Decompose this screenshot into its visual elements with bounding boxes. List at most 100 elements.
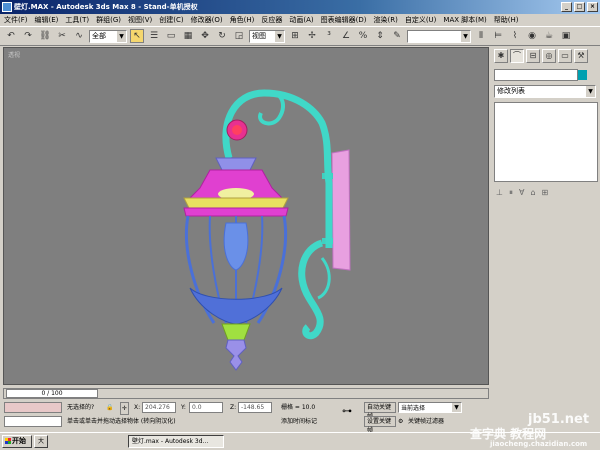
- hierarchy-tab-icon[interactable]: ⊟: [526, 49, 540, 63]
- redo-icon[interactable]: ↷: [21, 29, 35, 43]
- minimize-button[interactable]: _: [561, 2, 572, 12]
- menu-edit[interactable]: 编辑(E): [35, 15, 59, 25]
- modifier-stack[interactable]: [494, 102, 598, 182]
- menu-reactor[interactable]: 反应器: [261, 15, 282, 25]
- absolute-mode-icon[interactable]: ✛: [120, 402, 130, 415]
- quick-render-icon[interactable]: ▣: [559, 29, 573, 43]
- menu-group[interactable]: 群组(G): [96, 15, 121, 25]
- mirror-icon[interactable]: ⫴: [474, 29, 488, 43]
- maxscript-listener[interactable]: [4, 402, 62, 413]
- menu-animation[interactable]: 动画(A): [289, 15, 313, 25]
- window-crossing-icon[interactable]: ▦: [181, 29, 195, 43]
- y-label: Y:: [181, 404, 186, 411]
- angle-snap-icon[interactable]: ∠: [339, 29, 353, 43]
- title-bar: 壁灯.MAX - Autodesk 3ds Max 8 - Stand-单机授权…: [0, 0, 600, 14]
- material-editor-icon[interactable]: ◉: [525, 29, 539, 43]
- grid-size: 栅格 = 10.0: [281, 404, 316, 411]
- maxscript-input[interactable]: [4, 416, 62, 427]
- close-button[interactable]: ×: [587, 2, 598, 12]
- bind-spacewarp-icon[interactable]: ∿: [72, 29, 86, 43]
- taskbar-item-3dsmax[interactable]: 壁灯.max - Autodesk 3d...: [128, 435, 224, 448]
- menu-views[interactable]: 视图(V): [128, 15, 152, 25]
- show-end-result-icon[interactable]: ⏸: [509, 188, 513, 198]
- rotate-icon[interactable]: ↻: [215, 29, 229, 43]
- move-icon[interactable]: ✥: [198, 29, 212, 43]
- time-slider[interactable]: 0 / 100: [6, 389, 98, 398]
- auto-key-button[interactable]: 自动关键帧: [364, 402, 396, 420]
- start-button[interactable]: 开始: [2, 435, 32, 448]
- named-selection-sets-dropdown[interactable]: ▼: [407, 29, 471, 43]
- maximize-button[interactable]: □: [574, 2, 585, 12]
- chevron-down-icon: ▼: [452, 403, 461, 412]
- y-coordinate-field[interactable]: 0.0: [189, 402, 223, 413]
- select-object-icon[interactable]: ↖: [130, 29, 144, 43]
- key-filters-button[interactable]: 关键帧过滤器: [408, 416, 444, 427]
- command-panel: ✱ ⌒ ⊟ ◎ ▭ ⚒ 修改列表 ▼ ⊥ ⏸ ∀ ⌂ ⊞: [492, 47, 600, 385]
- add-time-tag[interactable]: 添加时间标记: [281, 416, 317, 427]
- set-key-button[interactable]: 设置关键帧: [364, 416, 396, 434]
- perspective-viewport[interactable]: 透视: [3, 47, 489, 385]
- menu-file[interactable]: 文件(F): [4, 15, 28, 25]
- wall-lamp-model: [183, 89, 351, 371]
- selection-filter-dropdown[interactable]: 全部 ▼: [89, 29, 127, 43]
- main-toolbar: ↶ ↷ ⛓ ✂ ∿ 全部 ▼ ↖ ☰ ▭ ▦ ✥ ↻ ◲ 视图 ▼ ⊞ ✢ ³ ∠ …: [0, 26, 600, 46]
- select-by-name-icon[interactable]: ☰: [147, 29, 161, 43]
- display-tab-icon[interactable]: ▭: [558, 49, 572, 63]
- percent-snap-icon[interactable]: %: [356, 29, 370, 43]
- motion-tab-icon[interactable]: ◎: [542, 49, 556, 63]
- x-label: X:: [134, 404, 141, 411]
- time-slider-track[interactable]: 0 / 100: [3, 388, 489, 399]
- spinner-snap-icon[interactable]: ⇕: [373, 29, 387, 43]
- menu-rendering[interactable]: 渲染(R): [374, 15, 398, 25]
- create-tab-icon[interactable]: ✱: [494, 49, 508, 63]
- utilities-tab-icon[interactable]: ⚒: [574, 49, 588, 63]
- scale-icon[interactable]: ◲: [232, 29, 246, 43]
- modify-tab-icon[interactable]: ⌒: [510, 49, 524, 63]
- quicklaunch-item[interactable]: 大: [34, 435, 48, 448]
- unlink-icon[interactable]: ✂: [55, 29, 69, 43]
- menu-customize[interactable]: 自定义(U): [405, 15, 437, 25]
- selection-status: 无选择的?: [67, 404, 95, 411]
- key-icon[interactable]: ⊶: [342, 406, 352, 417]
- menu-help[interactable]: 帮助(H): [494, 15, 519, 25]
- app-icon: [2, 2, 12, 12]
- z-coordinate-field[interactable]: -148.65: [238, 402, 272, 413]
- link-icon[interactable]: ⛓: [38, 29, 52, 43]
- key-filters-icon[interactable]: ⚙: [398, 416, 403, 427]
- menu-graph-editors[interactable]: 图表编辑器(D): [321, 15, 367, 25]
- chevron-down-icon: ▼: [461, 30, 470, 42]
- pivot-center-icon[interactable]: ⊞: [288, 29, 302, 43]
- menu-bar: 文件(F) 编辑(E) 工具(T) 群组(G) 视图(V) 创建(C) 修改器(…: [0, 14, 600, 26]
- window-title: 壁灯.MAX - Autodesk 3ds Max 8 - Stand-单机授权: [14, 3, 198, 11]
- configure-sets-icon[interactable]: ⊞: [542, 188, 549, 198]
- pin-stack-icon[interactable]: ⊥: [496, 188, 503, 198]
- remove-modifier-icon[interactable]: ⌂: [530, 188, 535, 198]
- x-coordinate-field[interactable]: 204.276: [142, 402, 176, 413]
- render-scene-icon[interactable]: ☕: [542, 29, 556, 43]
- menu-create[interactable]: 创建(C): [159, 15, 183, 25]
- menu-character[interactable]: 角色(H): [230, 15, 255, 25]
- curve-editor-icon[interactable]: ⌇: [508, 29, 522, 43]
- command-tabs: ✱ ⌒ ⊟ ◎ ▭ ⚒: [492, 47, 600, 65]
- object-name-field[interactable]: [494, 69, 587, 81]
- rectangular-selection-icon[interactable]: ▭: [164, 29, 178, 43]
- menu-maxscript[interactable]: MAX 脚本(M): [443, 15, 486, 25]
- chevron-down-icon: ▼: [586, 86, 595, 97]
- stack-tools: ⊥ ⏸ ∀ ⌂ ⊞: [492, 184, 600, 202]
- align-icon[interactable]: ⊨: [491, 29, 505, 43]
- reference-coord-dropdown[interactable]: 视图 ▼: [249, 29, 285, 43]
- key-mode-dropdown[interactable]: 当前选择 ▼: [398, 402, 462, 413]
- window-controls: _ □ ×: [561, 2, 598, 12]
- menu-tools[interactable]: 工具(T): [65, 15, 89, 25]
- named-selection-icon[interactable]: ✎: [390, 29, 404, 43]
- snap-toggle-icon[interactable]: ³: [322, 29, 336, 43]
- chevron-down-icon: ▼: [275, 30, 284, 42]
- select-manipulate-icon[interactable]: ✢: [305, 29, 319, 43]
- make-unique-icon[interactable]: ∀: [519, 188, 524, 198]
- modifier-list-dropdown[interactable]: 修改列表 ▼: [494, 85, 596, 98]
- menu-modifiers[interactable]: 修改器(O): [191, 15, 223, 25]
- lock-selection-icon[interactable]: 🔒: [106, 402, 113, 413]
- prompt-line: 单击或单击并拖动选择物体 (转向阴汉化): [67, 418, 176, 425]
- undo-icon[interactable]: ↶: [4, 29, 18, 43]
- object-color-swatch[interactable]: [578, 70, 587, 80]
